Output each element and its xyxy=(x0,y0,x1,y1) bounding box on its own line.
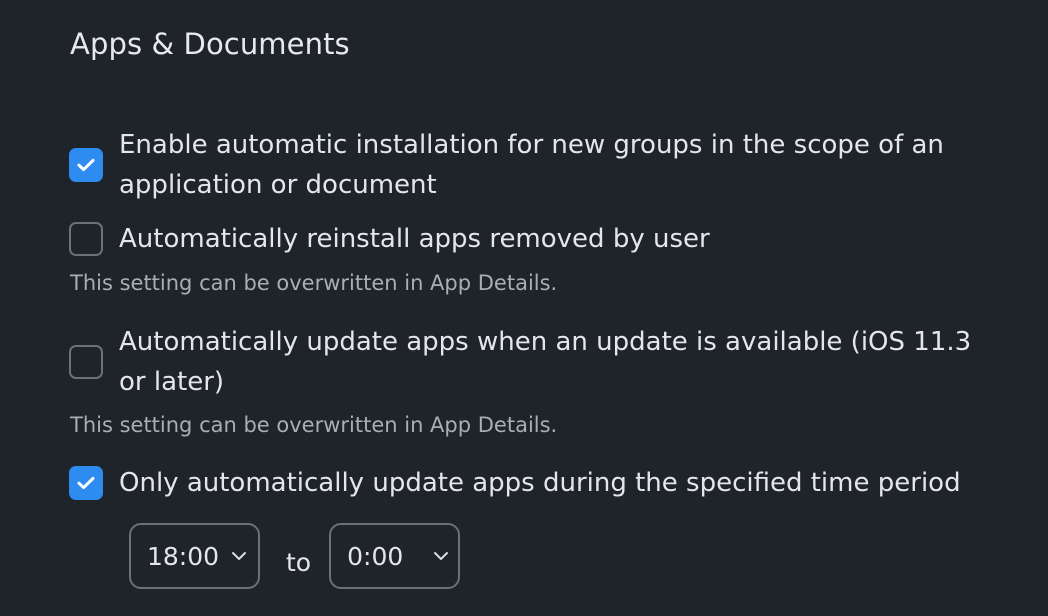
auto-update-hint: This setting can be overwritten in App D… xyxy=(70,413,558,437)
end-time-value: 0:00 xyxy=(347,541,404,571)
time-period-label: Only automatically update apps during th… xyxy=(119,468,961,498)
option-auto-reinstall: Automatically reinstall apps removed by … xyxy=(69,219,999,259)
section-title: Apps & Documents xyxy=(70,27,350,61)
auto-update-checkbox[interactable] xyxy=(69,345,103,379)
option-auto-install: Enable automatic installation for new gr… xyxy=(69,125,999,205)
time-period-checkbox[interactable] xyxy=(69,466,103,500)
auto-install-label: Enable automatic installation for new gr… xyxy=(119,130,944,200)
chevron-down-icon xyxy=(231,551,247,561)
time-period-range: 18:00 to 0:00 xyxy=(129,523,461,589)
auto-reinstall-hint: This setting can be overwritten in App D… xyxy=(70,271,558,295)
checkmark-icon xyxy=(77,158,95,172)
auto-reinstall-checkbox[interactable] xyxy=(69,222,103,256)
auto-update-label: Automatically update apps when an update… xyxy=(119,327,972,397)
start-time-value: 18:00 xyxy=(147,541,220,571)
end-time-select[interactable]: 0:00 xyxy=(329,523,461,589)
time-range-separator: to xyxy=(286,547,312,577)
option-auto-update: Automatically update apps when an update… xyxy=(69,322,999,402)
checkmark-icon xyxy=(77,476,95,490)
auto-reinstall-label: Automatically reinstall apps removed by … xyxy=(119,224,710,254)
start-time-select[interactable]: 18:00 xyxy=(129,523,260,589)
chevron-down-icon xyxy=(433,551,449,561)
option-time-period: Only automatically update apps during th… xyxy=(69,463,999,503)
auto-install-checkbox[interactable] xyxy=(69,148,103,182)
